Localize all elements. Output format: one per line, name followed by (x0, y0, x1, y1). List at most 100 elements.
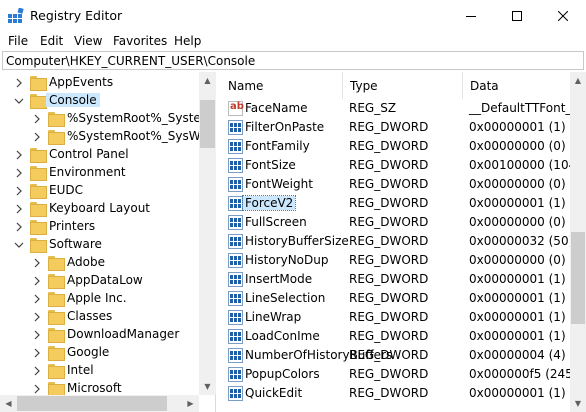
chevron-right-icon[interactable] (30, 346, 44, 360)
folder-icon (30, 148, 47, 163)
chevron-right-icon[interactable] (12, 220, 26, 234)
table-row[interactable]: LineSelection REG_DWORD 0x00000001 (1) (221, 289, 570, 308)
table-row[interactable]: LoadConIme REG_DWORD 0x00000001 (1) (221, 327, 570, 346)
scroll-left-arrow-icon[interactable]: ◀ (0, 395, 17, 412)
chevron-right-icon[interactable] (30, 292, 44, 306)
tree-item[interactable]: EUDC (12, 182, 212, 200)
tree-scroll-thumb[interactable] (200, 100, 215, 148)
value-data: 0x000000f5 (245) (469, 367, 570, 381)
chevron-right-icon[interactable] (30, 274, 44, 288)
tree-item[interactable]: Classes (30, 308, 215, 326)
tree-item-label: Adobe (67, 255, 105, 269)
scroll-down-arrow-icon[interactable]: ▼ (199, 378, 216, 395)
scroll-right-arrow-icon[interactable]: ▶ (182, 395, 199, 412)
table-row[interactable]: ab FaceName REG_SZ __DefaultTTFont__ (221, 99, 570, 118)
chevron-down-icon[interactable] (12, 94, 26, 108)
column-header-data[interactable]: Data (463, 72, 570, 99)
folder-icon (30, 166, 47, 181)
table-row[interactable]: HistoryBufferSize REG_DWORD 0x00000032 (50… (221, 232, 570, 251)
menu-view[interactable]: View (74, 34, 102, 48)
chevron-right-icon[interactable] (30, 310, 44, 324)
address-bar[interactable]: Computer\HKEY_CURRENT_USER\Console (2, 51, 584, 70)
table-row[interactable]: HistoryNoDup REG_DWORD 0x00000000 (0) (221, 251, 570, 270)
folder-icon (48, 328, 65, 343)
tree-item[interactable]: Google (30, 344, 215, 362)
tree-item[interactable]: Intel (30, 362, 215, 380)
value-name: HistoryBufferSize (245, 234, 349, 248)
value-name: PopupColors (245, 367, 320, 381)
chevron-right-icon[interactable] (30, 364, 44, 378)
tree-item[interactable]: Printers (12, 218, 212, 236)
binary-value-icon (228, 234, 243, 249)
tree-item[interactable]: Console (12, 92, 212, 110)
menu-help[interactable]: Help (174, 34, 201, 48)
key-tree-pane: AppEvents Console %SystemRoot%_System32 %Sy… (0, 72, 216, 412)
chevron-right-icon[interactable] (30, 328, 44, 342)
menu-edit[interactable]: Edit (40, 34, 63, 48)
folder-icon (30, 94, 47, 109)
table-row[interactable]: InsertMode REG_DWORD 0x00000001 (1) (221, 270, 570, 289)
registry-editor-app-icon (8, 8, 24, 23)
minimize-button[interactable] (448, 0, 494, 31)
menu-file[interactable]: File (8, 34, 28, 48)
value-data: 0x00000001 (1) (469, 310, 566, 324)
binary-value-icon (228, 348, 243, 363)
tree-item-label: Environment (49, 165, 126, 179)
maximize-button[interactable] (494, 0, 540, 31)
tree-item[interactable]: Keyboard Layout (12, 200, 212, 218)
column-header-type[interactable]: Type (343, 72, 463, 99)
tree-item[interactable]: AppEvents (12, 74, 212, 92)
tree-hscroll-thumb[interactable] (17, 396, 167, 411)
window-title: Registry Editor (30, 8, 123, 23)
chevron-right-icon[interactable] (30, 382, 44, 396)
value-type: REG_DWORD (349, 196, 429, 210)
chevron-right-icon[interactable] (12, 202, 26, 216)
maximize-icon (512, 10, 522, 21)
value-name: LineSelection (245, 291, 326, 305)
tree-item[interactable]: Adobe (30, 254, 215, 272)
value-data: 0x00000001 (1) (469, 329, 566, 343)
table-row[interactable]: LineWrap REG_DWORD 0x00000001 (1) (221, 308, 570, 327)
tree-item[interactable]: AppDataLow (30, 272, 215, 290)
chevron-right-icon[interactable] (12, 166, 26, 180)
table-row[interactable]: ForceV2 REG_DWORD 0x00000001 (1) (221, 194, 570, 213)
chevron-right-icon[interactable] (12, 184, 26, 198)
binary-value-icon (228, 367, 243, 382)
chevron-right-icon[interactable] (30, 112, 44, 126)
table-row[interactable]: NumberOfHistoryBuffers REG_DWORD 0x0000000… (221, 346, 570, 365)
list-scroll-down-arrow-icon[interactable]: ▼ (570, 395, 586, 412)
value-name: FontWeight (245, 177, 313, 191)
chevron-right-icon[interactable] (12, 148, 26, 162)
table-row[interactable]: FontWeight REG_DWORD 0x00000000 (0) (221, 175, 570, 194)
list-vertical-scrollbar[interactable]: ▲ ▼ (570, 72, 586, 412)
binary-value-icon (228, 139, 243, 154)
table-row[interactable]: FilterOnPaste REG_DWORD 0x00000001 (1) (221, 118, 570, 137)
tree-item[interactable]: Environment (12, 164, 212, 182)
tree-item[interactable]: Apple Inc. (30, 290, 215, 308)
tree-item[interactable]: %SystemRoot%_SysWOW64 (30, 128, 215, 146)
folder-icon (48, 256, 65, 271)
chevron-right-icon[interactable] (12, 76, 26, 90)
table-row[interactable]: PopupColors REG_DWORD 0x000000f5 (245) (221, 365, 570, 384)
tree-vertical-scrollbar[interactable]: ▲ ▼ (199, 72, 216, 395)
chevron-right-icon[interactable] (30, 130, 44, 144)
column-header-name[interactable]: Name (221, 72, 343, 99)
tree-item[interactable]: %SystemRoot%_System32 (30, 110, 215, 128)
address-path[interactable]: Computer\HKEY_CURRENT_USER\Console (6, 54, 255, 68)
table-row[interactable]: QuickEdit REG_DWORD 0x00000001 (1) (221, 384, 570, 403)
table-row[interactable]: FullScreen REG_DWORD 0x00000000 (0) (221, 213, 570, 232)
list-scroll-thumb[interactable] (571, 232, 585, 324)
menu-favorites[interactable]: Favorites (113, 34, 167, 48)
chevron-down-icon[interactable] (12, 238, 26, 252)
list-scroll-up-arrow-icon[interactable]: ▲ (570, 72, 586, 89)
tree-item[interactable]: Software (12, 236, 212, 254)
chevron-right-icon[interactable] (30, 256, 44, 270)
table-row[interactable]: FontSize REG_DWORD 0x00100000 (1048576) (221, 156, 570, 175)
tree-item-label: AppDataLow (67, 273, 143, 287)
scroll-up-arrow-icon[interactable]: ▲ (199, 72, 216, 89)
tree-item[interactable]: Control Panel (12, 146, 212, 164)
tree-item[interactable]: DownloadManager (30, 326, 215, 344)
table-row[interactable]: FontFamily REG_DWORD 0x00000000 (0) (221, 137, 570, 156)
tree-horizontal-scrollbar[interactable]: ◀ ▶ (0, 395, 199, 412)
close-button[interactable] (540, 0, 586, 31)
